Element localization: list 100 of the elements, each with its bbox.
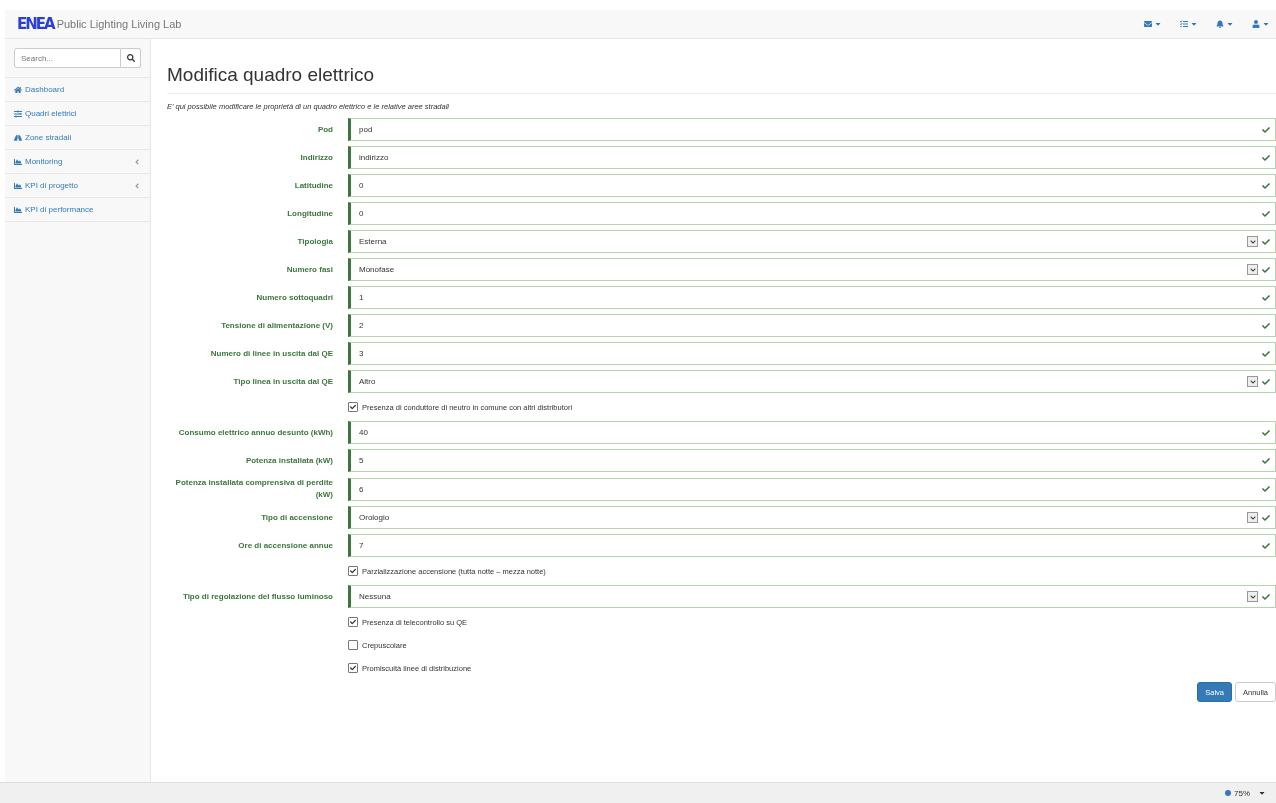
- sidebar-item[interactable]: KPI di performance: [5, 198, 150, 222]
- field-label: Tensione di alimentazione (V): [220, 319, 334, 332]
- check-icon: [1262, 293, 1270, 302]
- chart-icon: [14, 181, 22, 190]
- user-menu-icon[interactable]: [1252, 20, 1270, 28]
- field-label: Tipo di regolazione del flusso luminoso: [181, 590, 334, 603]
- home-icon: [14, 85, 22, 94]
- dropdown-arrow-icon[interactable]: [1247, 512, 1258, 523]
- sidebar-item[interactable]: KPI di progetto: [5, 174, 150, 198]
- field-value: indirizzo: [359, 153, 390, 162]
- zoom-control[interactable]: 75%: [1225, 788, 1250, 798]
- field-label: Latitudine: [293, 179, 334, 192]
- field-label: Potenza installata (kW): [244, 454, 334, 467]
- field-value: Altro: [359, 377, 377, 386]
- caret-icon[interactable]: [1258, 789, 1266, 797]
- field-value: Monofase: [359, 265, 396, 274]
- check-icon: [1262, 541, 1270, 550]
- check-icon: [1262, 456, 1270, 465]
- sidebar-item[interactable]: Monitoring: [5, 150, 150, 174]
- search-icon: [126, 54, 135, 62]
- checkbox[interactable]: [348, 566, 358, 576]
- input-field[interactable]: indirizzo: [348, 146, 1276, 169]
- field-value: 0: [359, 209, 365, 218]
- field-label: Numero sottoquadri: [255, 291, 334, 304]
- select-field[interactable]: Monofase: [348, 258, 1276, 281]
- chart-icon: [14, 157, 22, 166]
- select-field[interactable]: Orologio: [348, 506, 1276, 529]
- check-icon: [1262, 153, 1270, 162]
- app-title: Public Lighting Living Lab: [56, 18, 182, 30]
- field-value: 40: [359, 428, 369, 437]
- dropdown-arrow-icon[interactable]: [1247, 236, 1258, 247]
- field-value: 1: [359, 293, 365, 302]
- select-field[interactable]: Altro: [348, 370, 1276, 393]
- zoom-icon: [1225, 790, 1231, 796]
- input-field[interactable]: 3: [348, 342, 1276, 365]
- check-icon: [1262, 428, 1270, 437]
- page-title: Modifica quadro elettrico: [167, 64, 1276, 94]
- field-label: Ore di accensione annue: [237, 539, 334, 552]
- logo[interactable]: ENEA: [17, 15, 54, 33]
- input-field[interactable]: pod: [348, 118, 1276, 141]
- field-label: Pod: [316, 123, 334, 136]
- tasks-menu-icon[interactable]: [1180, 20, 1198, 28]
- checkbox[interactable]: [348, 663, 358, 673]
- field-label: Consumo elettrico annuo desunto (kWh): [177, 426, 334, 439]
- dropdown-arrow-icon[interactable]: [1247, 264, 1258, 275]
- select-field[interactable]: Esterna: [348, 230, 1276, 253]
- field-label: Potenza installata comprensiva di perdite (kW): [174, 477, 334, 501]
- search-field[interactable]: Search...: [14, 48, 121, 68]
- input-field[interactable]: 40: [348, 421, 1276, 444]
- check-icon: [1262, 349, 1270, 358]
- road-icon: [14, 133, 22, 142]
- field-value: 0: [359, 181, 365, 190]
- input-field[interactable]: 7: [348, 534, 1276, 557]
- checkbox[interactable]: [348, 617, 358, 627]
- field-value: 5: [359, 456, 365, 465]
- check-icon: [1262, 181, 1270, 190]
- sidebar-item[interactable]: Quadri elettrici: [5, 102, 150, 126]
- check-icon: [350, 619, 356, 625]
- dropdown-arrow-icon[interactable]: [1247, 591, 1258, 602]
- field-label: Indirizzo: [299, 151, 334, 164]
- field-value: 6: [359, 484, 365, 494]
- check-icon: [1262, 513, 1270, 522]
- check-icon: [1262, 321, 1270, 330]
- input-field[interactable]: 6: [348, 477, 1276, 501]
- checkbox[interactable]: [348, 640, 358, 650]
- check-icon: [1262, 592, 1270, 601]
- field-label: Tipo linea in uscita dal QE: [232, 375, 334, 388]
- field-label: Numero di linee in uscita dal QE: [209, 347, 334, 360]
- checkbox[interactable]: [348, 402, 358, 412]
- check-icon: [1262, 265, 1270, 274]
- chart-icon: [14, 205, 22, 214]
- field-label: Tipologia: [296, 235, 334, 248]
- dropdown-arrow-icon[interactable]: [1247, 376, 1258, 387]
- field-label: Tipo di accensione: [260, 511, 334, 524]
- check-icon: [1262, 125, 1270, 134]
- chevron-icon: [133, 157, 141, 166]
- field-label: Numero fasi: [285, 263, 334, 276]
- envelope-menu-icon[interactable]: [1144, 20, 1162, 28]
- field-value: pod: [359, 125, 374, 134]
- input-field[interactable]: 1: [348, 286, 1276, 309]
- field-value: 7: [359, 541, 365, 550]
- select-field[interactable]: Nessuna: [348, 585, 1276, 608]
- input-field[interactable]: 0: [348, 202, 1276, 225]
- field-value: 2: [359, 321, 365, 330]
- input-field[interactable]: 0: [348, 174, 1276, 197]
- check-icon: [350, 568, 356, 574]
- field-label: Longitudine: [286, 207, 334, 220]
- sidebar-item[interactable]: Dashboard: [5, 78, 150, 102]
- bell-menu-icon[interactable]: [1216, 20, 1234, 28]
- input-field[interactable]: 5: [348, 449, 1276, 472]
- field-value: Orologio: [359, 513, 391, 522]
- input-field[interactable]: 2: [348, 314, 1276, 337]
- field-value: Nessuna: [359, 592, 392, 601]
- check-icon: [1262, 237, 1270, 246]
- field-value: Esterna: [359, 237, 388, 246]
- check-icon: [350, 665, 356, 671]
- check-icon: [1262, 485, 1270, 493]
- field-value: 3: [359, 349, 365, 358]
- search-button[interactable]: [121, 48, 141, 68]
- sidebar-item[interactable]: Zone stradali: [5, 126, 150, 150]
